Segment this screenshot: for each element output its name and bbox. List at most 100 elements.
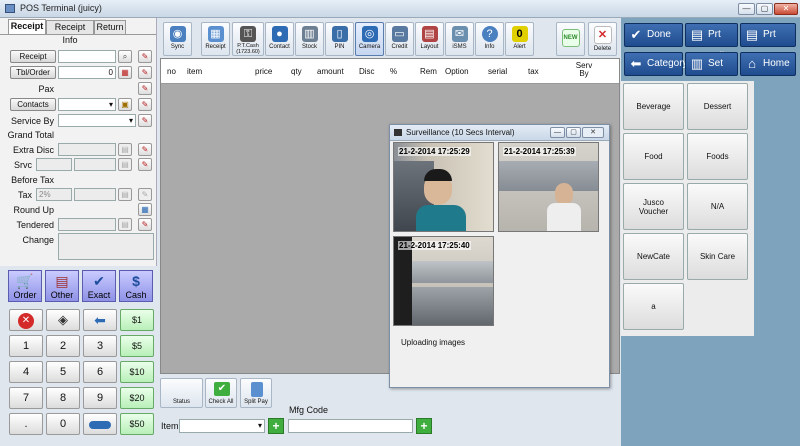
set-button[interactable]: ▥ Set <box>685 52 738 76</box>
key-0[interactable]: 0 <box>46 413 80 435</box>
column-header[interactable]: Disc <box>359 67 375 76</box>
exact-button[interactable]: ✔ Exact <box>82 270 116 302</box>
key-4[interactable]: 4 <box>9 361 43 383</box>
srvc-amount-field[interactable] <box>74 158 116 171</box>
tbl-order-button[interactable]: Tbl/Order <box>10 66 56 79</box>
print-full-button[interactable]: ▤Prt Full <box>685 23 738 62</box>
key-7[interactable]: 7 <box>9 387 43 409</box>
clear-receipt-icon[interactable]: ✎ <box>138 50 152 63</box>
clear-srvc-icon[interactable]: ✎ <box>138 158 152 171</box>
column-header[interactable]: qty <box>291 67 302 76</box>
srvc-percent-field[interactable] <box>36 158 72 171</box>
column-header[interactable]: Rem <box>420 67 440 76</box>
round-up-icon[interactable]: ▦ <box>138 203 152 216</box>
item-select[interactable]: ▾ <box>179 419 265 433</box>
key-6[interactable]: 6 <box>83 361 117 383</box>
receipt-number-field[interactable] <box>58 50 116 63</box>
home-button[interactable]: ⌂ Home <box>740 52 796 76</box>
search-icon[interactable]: ⌕ <box>118 50 132 63</box>
check-all-button[interactable]: ✔ Check All <box>205 378 237 408</box>
toolbar-credit-button[interactable]: ▭ Credit <box>385 22 414 56</box>
tab-receipt-info[interactable]: Receipt Info <box>46 20 94 45</box>
tendered-field[interactable] <box>58 218 116 231</box>
done-button[interactable]: ✔ Done <box>624 23 683 47</box>
category-skin-care[interactable]: Skin Care <box>687 233 748 280</box>
toolbar-ptcash-button[interactable]: ⚿ P.T.Cash (1723.60) <box>232 22 264 56</box>
column-header[interactable]: price <box>255 67 272 76</box>
column-header[interactable]: no <box>167 67 176 76</box>
maximize-button[interactable]: ▢ <box>756 3 773 15</box>
table-grid-icon[interactable]: ▦ <box>118 66 132 79</box>
key-8[interactable]: 8 <box>46 387 80 409</box>
category-foods[interactable]: Foods <box>687 133 748 180</box>
calculator-icon[interactable]: ▤ <box>118 188 132 201</box>
key-5[interactable]: 5 <box>46 361 80 383</box>
clear-tbl-icon[interactable]: ✎ <box>138 66 152 79</box>
extra-disc-field[interactable] <box>58 143 116 156</box>
tag-key[interactable]: ◈ <box>46 309 80 331</box>
toolbar-isms-button[interactable]: ✉ iSMS <box>445 22 474 56</box>
toolbar-camera-button[interactable]: ◎ Camera <box>355 22 384 56</box>
column-header[interactable]: tax <box>528 67 539 76</box>
key-dot[interactable]: . <box>9 413 43 435</box>
add-mfg-icon[interactable]: + <box>416 418 432 434</box>
cancel-key[interactable]: ✕ <box>9 309 43 331</box>
toolbar-contact-button[interactable]: ● Contact <box>265 22 294 56</box>
key-2[interactable]: 2 <box>46 335 80 357</box>
toolbar-pin-button[interactable]: ▯ PIN <box>325 22 354 56</box>
key-1[interactable]: 1 <box>9 335 43 357</box>
column-header[interactable]: Option <box>445 67 469 76</box>
minimize-button[interactable]: — <box>738 3 755 15</box>
contacts-button[interactable]: Contacts <box>10 98 56 111</box>
category-na[interactable]: N/A <box>687 183 748 230</box>
key-9[interactable]: 9 <box>83 387 117 409</box>
category-dessert[interactable]: Dessert <box>687 83 748 130</box>
delete-button[interactable]: ✕ Delete <box>588 22 617 56</box>
clear-pax-icon[interactable]: ✎ <box>138 82 152 95</box>
enter-key[interactable] <box>83 413 117 435</box>
cash-button[interactable]: $ Cash <box>119 270 153 302</box>
pencil-icon[interactable]: ✎ <box>138 188 152 201</box>
service-by-select[interactable]: ▾ <box>58 114 136 127</box>
cash-50-key[interactable]: $50 <box>120 413 154 435</box>
clear-contacts-icon[interactable]: ✎ <box>138 98 152 111</box>
clear-tendered-icon[interactable]: ✎ <box>138 218 152 231</box>
category-button[interactable]: ⬅ Category <box>624 52 688 76</box>
surveillance-minimize[interactable]: — <box>550 127 565 138</box>
category-jusco-voucher[interactable]: Jusco Voucher <box>623 183 684 230</box>
toolbar-receipt-button[interactable]: ▦ Receipt <box>201 22 230 56</box>
print-item-button[interactable]: ▤Prt Item <box>740 23 796 62</box>
status-button[interactable]: Status <box>160 378 203 408</box>
backspace-key[interactable]: ⬅ <box>83 309 117 331</box>
tax-percent-field[interactable]: 2% <box>36 188 72 201</box>
column-header[interactable]: Serv By <box>573 62 595 78</box>
surveillance-close[interactable]: ✕ <box>582 127 604 138</box>
clear-service-icon[interactable]: ✎ <box>138 114 152 127</box>
calculator-icon[interactable]: ▤ <box>118 218 132 231</box>
toolbar-info-button[interactable]: ? Info <box>475 22 504 56</box>
new-button[interactable]: NEW <box>556 22 585 56</box>
tab-receipt[interactable]: Receipt <box>8 19 46 35</box>
toolbar-alert-button[interactable]: 0 Alert <box>505 22 534 56</box>
category-beverage[interactable]: Beverage <box>623 83 684 130</box>
cash-1-key[interactable]: $1 <box>120 309 154 331</box>
column-header[interactable]: item <box>187 67 202 76</box>
add-item-icon[interactable]: + <box>268 418 284 434</box>
close-button[interactable]: ✕ <box>774 3 798 15</box>
contacts-select[interactable]: ▾ <box>58 98 116 111</box>
order-button[interactable]: 🛒 Order <box>8 270 42 302</box>
cash-20-key[interactable]: $20 <box>120 387 154 409</box>
receipt-button[interactable]: Receipt <box>10 50 56 63</box>
cash-10-key[interactable]: $10 <box>120 361 154 383</box>
category-newcate[interactable]: NewCate <box>623 233 684 280</box>
calculator-icon[interactable]: ▤ <box>118 158 132 171</box>
cash-5-key[interactable]: $5 <box>120 335 154 357</box>
key-3[interactable]: 3 <box>83 335 117 357</box>
column-header[interactable]: amount <box>317 67 344 76</box>
split-pay-button[interactable]: Split Pay <box>240 378 272 408</box>
category-a[interactable]: a <box>623 283 684 330</box>
column-header[interactable]: serial <box>488 67 507 76</box>
calculator-icon[interactable]: ▤ <box>118 143 132 156</box>
other-payment-button[interactable]: ▤ Other <box>45 270 79 302</box>
toolbar-layout-button[interactable]: ▤ Layout <box>415 22 444 56</box>
